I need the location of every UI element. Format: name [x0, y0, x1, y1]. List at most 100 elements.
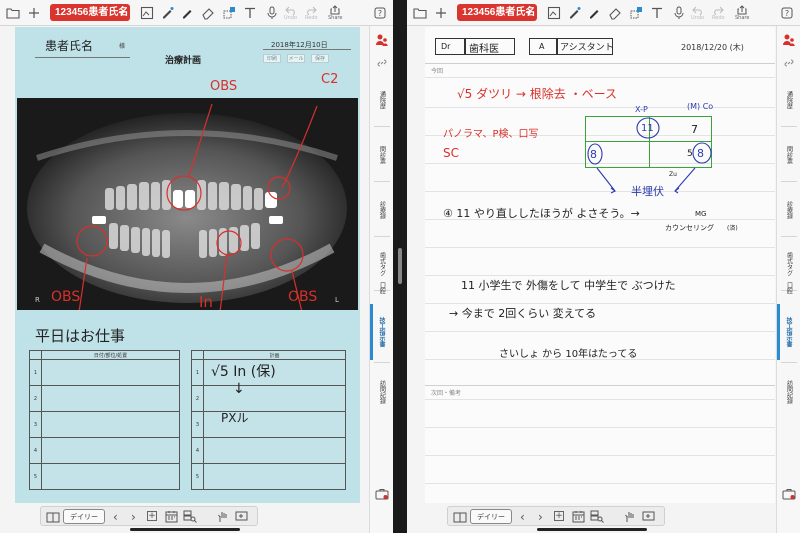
- tooth-chart-lower-left: 8: [590, 148, 597, 161]
- next-page-button[interactable]: ›: [538, 509, 543, 524]
- zoom-add-icon[interactable]: [235, 509, 249, 524]
- split-view-divider[interactable]: [393, 0, 407, 533]
- tab-visit-records[interactable]: 訪問記録: [374, 364, 390, 420]
- tab-lab-instructions[interactable]: 技工指示書: [777, 304, 797, 360]
- daily-button[interactable]: デイリー: [63, 509, 105, 524]
- share-button[interactable]: Share: [328, 3, 342, 23]
- row-number: 2: [29, 385, 42, 412]
- ruled-line: [425, 385, 775, 386]
- user-icon[interactable]: [375, 32, 389, 46]
- page-search-icon[interactable]: [590, 509, 604, 524]
- ruled-line: [425, 303, 775, 304]
- mail-chip[interactable]: メール: [287, 54, 305, 63]
- assistant-label: A: [539, 42, 545, 51]
- handwritten-note: 平日はお仕事: [35, 327, 126, 345]
- print-chip[interactable]: 印刷: [263, 54, 281, 63]
- book-icon[interactable]: [46, 509, 60, 524]
- eraser-icon[interactable]: [608, 3, 622, 23]
- patient-selector[interactable]: 123456患者氏名: [457, 4, 537, 21]
- page-navigation-bar: デイリー ‹ › +: [447, 506, 665, 526]
- share-button[interactable]: Share: [735, 3, 749, 23]
- prev-page-button[interactable]: ‹: [520, 509, 525, 524]
- marker-icon[interactable]: [180, 3, 194, 23]
- divider-grip[interactable]: [398, 248, 402, 284]
- right-tab-bar: 通院歴 問診票 診療録 歯式タグ 口腔 技工指示書 訪問記録: [369, 26, 393, 533]
- link-icon[interactable]: [376, 54, 388, 67]
- tab-medical-record[interactable]: 診療録: [781, 186, 797, 234]
- add-page-button[interactable]: +: [147, 511, 157, 521]
- add-page-button[interactable]: +: [554, 511, 564, 521]
- plan-arrow: ↓: [233, 381, 245, 397]
- tab-medical-record[interactable]: 診療録: [374, 186, 390, 234]
- microphone-icon[interactable]: [673, 3, 685, 23]
- tooth-chart-sub: Zu: [669, 171, 677, 178]
- lasso-icon[interactable]: [222, 3, 236, 23]
- briefcase-icon[interactable]: [375, 486, 389, 500]
- add-icon[interactable]: [435, 3, 447, 23]
- briefcase-icon[interactable]: [782, 486, 796, 500]
- tab-questionnaire[interactable]: 問診票: [781, 131, 797, 179]
- tab-divider: [374, 126, 390, 127]
- text-tool-icon[interactable]: [244, 3, 256, 23]
- hand-icon[interactable]: [217, 509, 230, 524]
- tab-questionnaire[interactable]: 問診票: [374, 131, 390, 179]
- redo-label: Redo: [712, 14, 725, 21]
- tab-visit-history[interactable]: 通院歴: [781, 76, 797, 124]
- link-icon[interactable]: [783, 54, 795, 67]
- daily-button[interactable]: デイリー: [470, 509, 512, 524]
- lasso-icon[interactable]: [629, 3, 643, 23]
- add-icon[interactable]: [28, 3, 40, 23]
- row-number: 1: [191, 359, 204, 386]
- tab-visit-records[interactable]: 訪問記録: [781, 364, 797, 420]
- assistant-name: アシスタント: [560, 43, 614, 53]
- patient-selector[interactable]: 123456患者氏名: [50, 4, 130, 21]
- eraser-icon[interactable]: [201, 3, 215, 23]
- undo-button[interactable]: Undo: [691, 3, 704, 23]
- template-icon[interactable]: [140, 3, 154, 23]
- tab-divider: [781, 126, 797, 127]
- progress-note-document[interactable]: Dr 歯科医 A アシスタント 2018/12/20 (木) 今回 次回・備考 …: [425, 27, 775, 503]
- next-page-button[interactable]: ›: [131, 509, 136, 524]
- folder-icon[interactable]: [413, 3, 427, 23]
- redo-button[interactable]: Redo: [305, 3, 318, 23]
- redo-button[interactable]: Redo: [712, 3, 725, 23]
- prev-page-button[interactable]: ‹: [113, 509, 118, 524]
- page-navigation-bar: デイリー ‹ › +: [40, 506, 258, 526]
- folder-icon[interactable]: [6, 3, 20, 23]
- mg-label: MG: [695, 210, 707, 218]
- calendar-icon[interactable]: [165, 509, 178, 524]
- treatment-history-table[interactable]: 日付/部位/処置 1 2 3 4 5: [29, 350, 180, 490]
- pen-icon[interactable]: [567, 3, 581, 23]
- share-label: Share: [328, 15, 343, 21]
- undo-label: Undo: [691, 14, 705, 21]
- zoom-add-icon[interactable]: [642, 509, 656, 524]
- tab-lab-instructions[interactable]: 技工指示書: [370, 304, 390, 360]
- save-chip[interactable]: 保存: [311, 54, 329, 63]
- tab-visit-history[interactable]: 通院歴: [374, 76, 390, 124]
- template-icon[interactable]: [547, 3, 561, 23]
- tab-divider: [374, 236, 390, 237]
- left-pane: 123456患者氏名 Undo Redo Share ? 患者氏名 様 治療計画…: [0, 0, 393, 533]
- xray-right-mark: R: [35, 296, 40, 304]
- share-label: Share: [735, 15, 750, 21]
- treatment-plan-document[interactable]: 患者氏名 様 治療計画 2018年12月10日 印刷 メール 保存 R L OB…: [15, 27, 360, 503]
- marker-icon[interactable]: [587, 3, 601, 23]
- pen-icon[interactable]: [160, 3, 174, 23]
- daily-label: デイリー: [477, 512, 505, 521]
- microphone-icon[interactable]: [266, 3, 278, 23]
- text-tool-icon[interactable]: [651, 3, 663, 23]
- hand-icon[interactable]: [624, 509, 637, 524]
- row-number: 2: [191, 385, 204, 412]
- note-line-1: √5 ダツリ → 根除去 ・ベース: [457, 87, 617, 101]
- tab-label: 訪問記録: [378, 380, 386, 404]
- user-icon[interactable]: [782, 32, 796, 46]
- help-icon[interactable]: ?: [374, 3, 386, 23]
- calendar-icon[interactable]: [572, 509, 585, 524]
- undo-button[interactable]: Undo: [284, 3, 297, 23]
- right-pane: 123456患者氏名 Undo Redo Share ? Dr 歯科医 A アシ…: [407, 0, 800, 533]
- ruled-line: [425, 247, 775, 248]
- help-icon[interactable]: ?: [781, 3, 793, 23]
- row-number: 5: [29, 463, 42, 490]
- page-search-icon[interactable]: [183, 509, 197, 524]
- book-icon[interactable]: [453, 509, 467, 524]
